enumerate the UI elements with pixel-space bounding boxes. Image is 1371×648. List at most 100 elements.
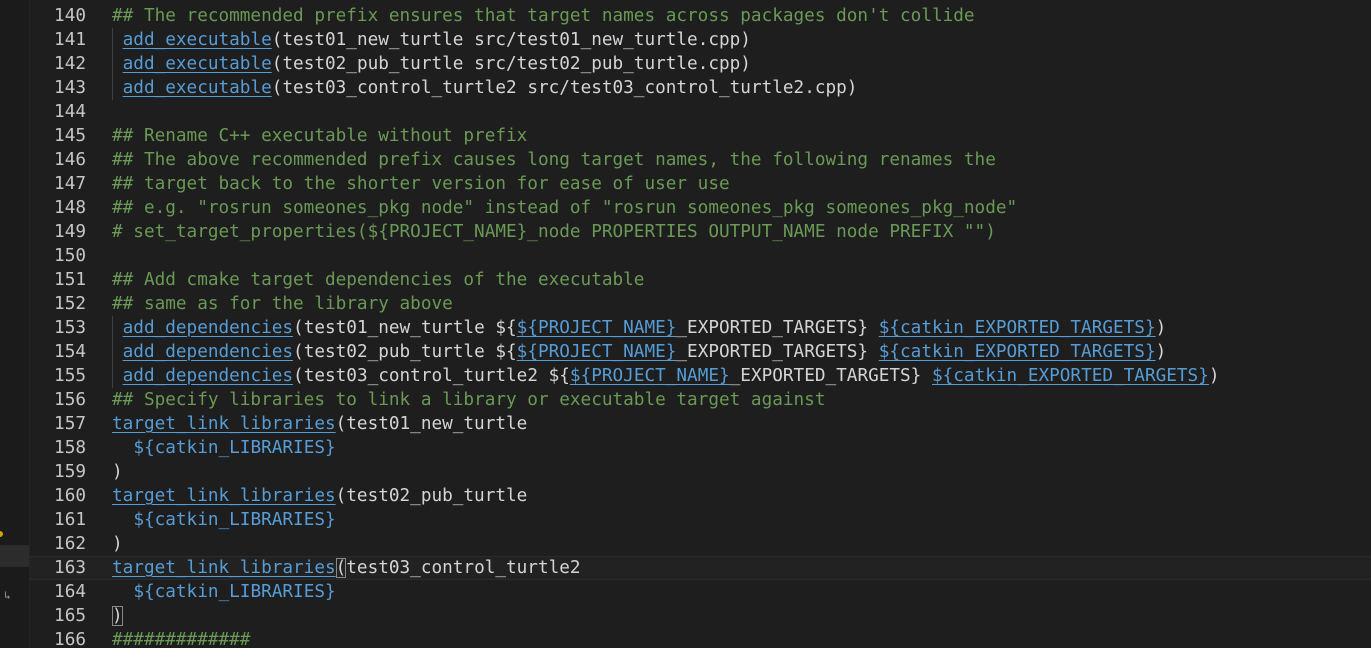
code-line[interactable]: 162) <box>30 532 1371 556</box>
line-number: 153 <box>54 318 86 338</box>
code-line[interactable]: 144 <box>30 100 1371 124</box>
code-line[interactable]: 166 ############# <box>30 628 1371 648</box>
code-token-func: target_link_libraries <box>112 486 336 506</box>
code-line[interactable]: 145 ## Rename C++ executable without pref… <box>30 124 1371 148</box>
code-token-var: ${catkin_EXPORTED_TARGETS} <box>878 342 1156 362</box>
code-token-func: add_dependencies <box>122 342 294 362</box>
line-number: 163 <box>54 558 86 578</box>
line-number: 166 <box>54 630 86 648</box>
code-text: ## Rename C++ executable without prefix <box>112 124 527 148</box>
code-line[interactable]: 156 ## Specify libraries to link a librar… <box>30 388 1371 412</box>
code-editor[interactable]: 140 ## The recommended prefix ensures tha… <box>30 4 1371 648</box>
code-text: ${catkin_LIBRARIES} <box>112 436 336 460</box>
code-token-plain: ) <box>1155 318 1167 338</box>
code-text: # set_target_properties(${PROJECT_NAME}_… <box>112 220 996 244</box>
code-token-plain: _EXPORTED_TARGETS} <box>676 342 879 362</box>
line-number: 148 <box>54 198 86 218</box>
activity-selected-item[interactable] <box>0 545 29 567</box>
code-line[interactable]: 143 add_executable(test03_control_turtle… <box>30 76 1371 100</box>
code-line[interactable]: 153 add_dependencies(test01_new_turtle $… <box>30 316 1371 340</box>
activity-bar: ↳ <box>0 0 30 648</box>
code-token-plain: ) <box>112 534 123 554</box>
line-number: 145 <box>54 126 86 146</box>
code-text: add_dependencies(test03_control_turtle2 … <box>112 364 1220 388</box>
code-token-var: ${PROJECT_NAME} <box>516 342 677 362</box>
code-token-plain: (test03_control_turtle2 ${ <box>293 366 570 386</box>
code-token-plain: ) <box>1155 342 1167 362</box>
line-number: 144 <box>54 102 86 122</box>
code-line[interactable]: 152 ## same as for the library above <box>30 292 1371 316</box>
code-token-comment: ## Rename C++ executable without prefix <box>112 126 528 146</box>
code-text: add_executable(test03_control_turtle2 sr… <box>112 76 858 100</box>
code-token-varplain: ${catkin_LIBRARIES} <box>133 510 336 530</box>
code-token-func: add_executable <box>122 54 272 74</box>
code-token-comment: ############# <box>112 630 251 648</box>
code-line[interactable]: 163 target_link_libraries(test03_control_… <box>30 556 1371 580</box>
line-number: 158 <box>54 438 86 458</box>
line-number: 141 <box>54 30 86 50</box>
code-line[interactable]: 150 <box>30 244 1371 268</box>
code-token-varplain: ${catkin_LIBRARIES} <box>133 438 336 458</box>
line-number: 150 <box>54 246 86 266</box>
code-line[interactable]: 146 ## The above recommended prefix cause… <box>30 148 1371 172</box>
code-token-comment: ## target back to the shorter version fo… <box>112 174 730 194</box>
line-number: 149 <box>54 222 86 242</box>
code-token-plain: (test03_control_turtle2 src/test03_contr… <box>271 78 858 98</box>
code-token-comment: ## Specify libraries to link a library o… <box>112 390 826 410</box>
code-token-func: target_link_libraries <box>112 414 336 434</box>
code-token-plain: test03_control_turtle2 <box>346 558 581 578</box>
code-line[interactable]: 148 ## e.g. "rosrun someones_pkg node" in… <box>30 196 1371 220</box>
code-text: ) <box>112 460 123 484</box>
code-token-plain: (test01_new_turtle src/test01_new_turtle… <box>271 30 751 50</box>
code-line[interactable]: 142 add_executable(test02_pub_turtle src… <box>30 52 1371 76</box>
code-text: add_dependencies(test02_pub_turtle ${${P… <box>112 340 1167 364</box>
code-line[interactable]: 154 add_dependencies(test02_pub_turtle $… <box>30 340 1371 364</box>
code-token-plain: ) <box>1208 366 1220 386</box>
code-text: target_link_libraries(test01_new_turtle <box>112 412 527 436</box>
code-token-var: ${catkin_EXPORTED_TARGETS} <box>878 318 1156 338</box>
code-line[interactable]: 147 ## target back to the shorter version… <box>30 172 1371 196</box>
code-token-plain: (test02_pub_turtle src/test02_pub_turtle… <box>271 54 751 74</box>
code-text: target_link_libraries(test03_control_tur… <box>112 556 581 580</box>
code-line[interactable]: 155 add_dependencies(test03_control_turt… <box>30 364 1371 388</box>
code-line[interactable]: 164 ${catkin_LIBRARIES} <box>30 580 1371 604</box>
line-number: 156 <box>54 390 86 410</box>
code-text: ## e.g. "rosrun someones_pkg node" inste… <box>112 196 1017 220</box>
code-token-func: add_executable <box>122 78 272 98</box>
code-token-bracket: ( <box>335 558 347 578</box>
code-text: ${catkin_LIBRARIES} <box>112 508 336 532</box>
line-number: 147 <box>54 174 86 194</box>
line-number: 155 <box>54 366 86 386</box>
code-token-func: add_executable <box>122 30 272 50</box>
code-line[interactable]: 149 # set_target_properties(${PROJECT_NAM… <box>30 220 1371 244</box>
code-text: add_executable(test01_new_turtle src/tes… <box>112 28 751 52</box>
code-line[interactable]: 157 target_link_libraries(test01_new_turt… <box>30 412 1371 436</box>
code-text: add_dependencies(test01_new_turtle ${${P… <box>112 316 1167 340</box>
line-number: 146 <box>54 150 86 170</box>
code-line[interactable]: 159) <box>30 460 1371 484</box>
code-line[interactable]: 165) <box>30 604 1371 628</box>
code-token-var: ${catkin_EXPORTED_TARGETS} <box>931 366 1209 386</box>
code-line[interactable]: 158 ${catkin_LIBRARIES} <box>30 436 1371 460</box>
line-number: 160 <box>54 486 86 506</box>
code-line[interactable]: 161 ${catkin_LIBRARIES} <box>30 508 1371 532</box>
code-line[interactable]: 141 add_executable(test01_new_turtle src… <box>30 28 1371 52</box>
line-number: 142 <box>54 54 86 74</box>
return-arrow-icon[interactable]: ↳ <box>4 588 16 604</box>
line-number: 143 <box>54 78 86 98</box>
code-line[interactable]: 140 ## The recommended prefix ensures tha… <box>30 4 1371 28</box>
code-editor-window: ↳ 140 ## The recommended prefix ensures t… <box>0 0 1371 648</box>
code-line[interactable]: 151 ## Add cmake target dependencies of t… <box>30 268 1371 292</box>
code-text: ## The recommended prefix ensures that t… <box>112 4 975 28</box>
line-number: 165 <box>54 606 86 626</box>
code-text: ${catkin_LIBRARIES} <box>112 580 335 604</box>
code-line[interactable]: 160 target_link_libraries(test02_pub_turt… <box>30 484 1371 508</box>
